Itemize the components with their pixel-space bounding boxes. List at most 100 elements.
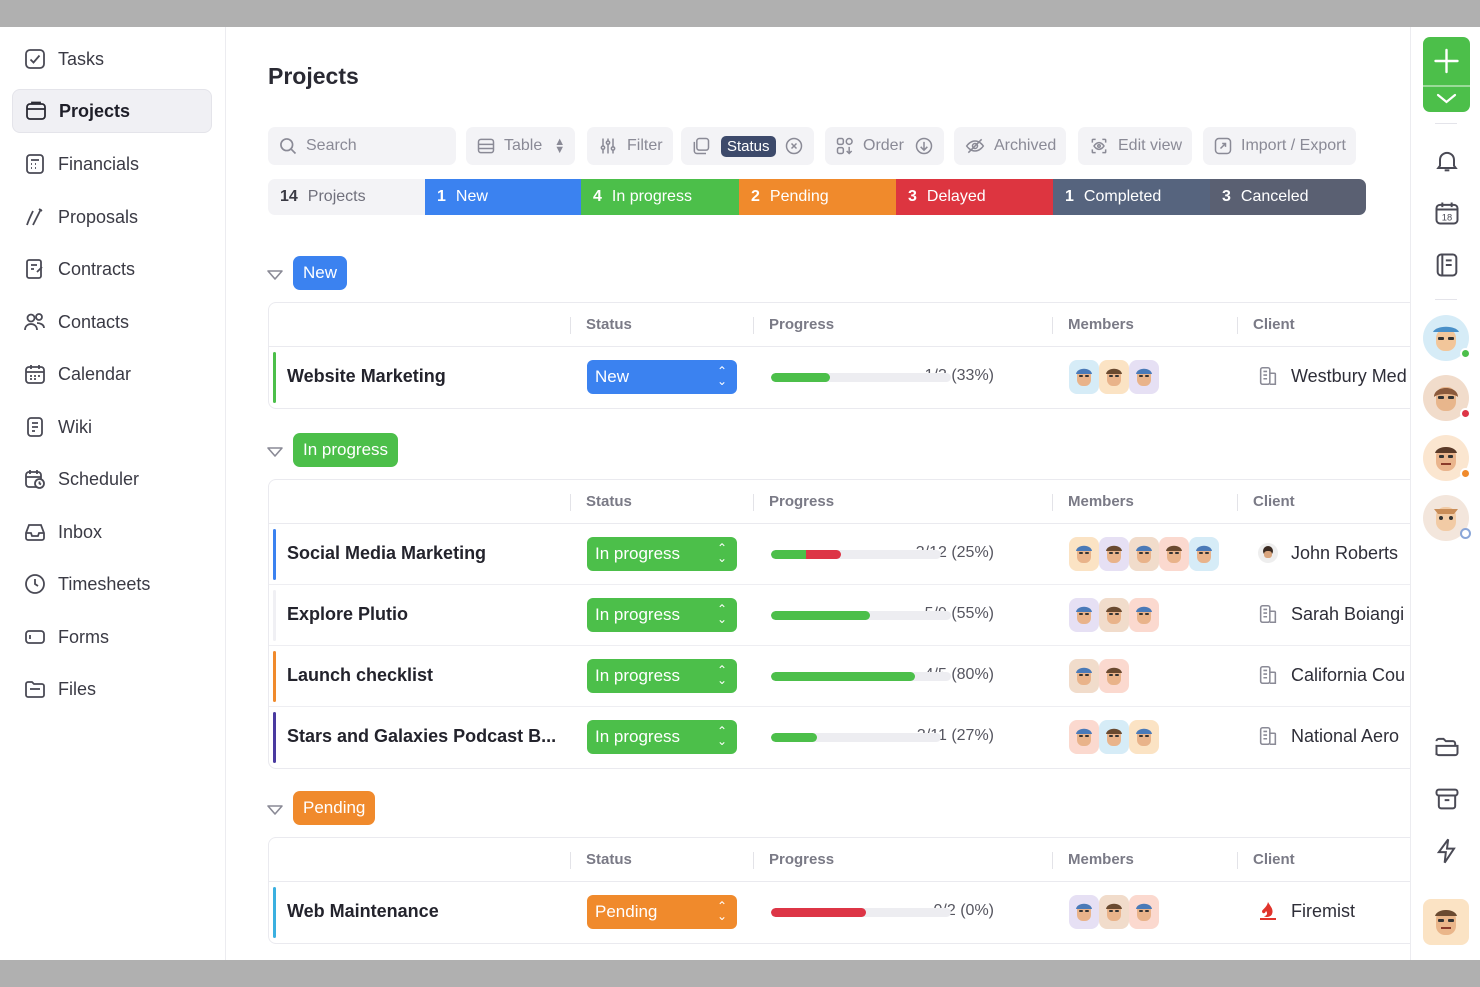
status-select[interactable]: New ⌃ ⌄ xyxy=(587,360,737,394)
member-avatar[interactable] xyxy=(1069,598,1099,632)
avatar[interactable] xyxy=(1423,495,1471,541)
member-avatar[interactable] xyxy=(1069,720,1099,754)
column-separator[interactable] xyxy=(570,852,571,869)
sidebar-item-timesheets[interactable]: Timesheets xyxy=(12,562,212,606)
members-avatars[interactable] xyxy=(1069,659,1129,693)
project-name[interactable]: Explore Plutio xyxy=(287,604,557,625)
column-separator[interactable] xyxy=(570,494,571,511)
member-avatar[interactable] xyxy=(1069,895,1099,929)
sidebar-item-forms[interactable]: Forms xyxy=(12,615,212,659)
column-header-members[interactable]: Members xyxy=(1068,316,1134,333)
avatar[interactable] xyxy=(1423,435,1471,481)
client-cell[interactable]: Westbury Med xyxy=(1257,365,1407,387)
client-cell[interactable]: Sarah Boiangi xyxy=(1257,603,1404,625)
lightning-icon[interactable] xyxy=(1433,837,1461,865)
table-row[interactable]: Explore Plutio In progress ⌃ ⌄ 5/9 (55%) Sara… xyxy=(269,585,1410,646)
column-separator[interactable] xyxy=(1237,317,1238,334)
column-header-status[interactable]: Status xyxy=(586,316,632,333)
client-cell[interactable]: California Cou xyxy=(1257,664,1405,686)
column-header-progress[interactable]: Progress xyxy=(769,851,834,868)
table-row[interactable]: Website Marketing New ⌃ ⌄ 1/3 (33%) Westbury … xyxy=(269,347,1410,408)
sidebar-item-calendar[interactable]: Calendar xyxy=(12,352,212,396)
status-select[interactable]: Pending ⌃ ⌄ xyxy=(587,895,737,929)
member-avatar[interactable] xyxy=(1159,537,1189,571)
sidebar-item-scheduler[interactable]: Scheduler xyxy=(12,457,212,501)
member-avatar[interactable] xyxy=(1099,598,1129,632)
column-header-members[interactable]: Members xyxy=(1068,851,1134,868)
table-row[interactable]: Web Maintenance Pending ⌃ ⌄ 0/2 (0%) Firemist xyxy=(269,882,1410,943)
members-avatars[interactable] xyxy=(1069,360,1159,394)
status-select[interactable]: In progress ⌃ ⌄ xyxy=(587,598,737,632)
calendar-18-icon[interactable]: 18 xyxy=(1433,199,1461,227)
member-avatar[interactable] xyxy=(1069,537,1099,571)
sidebar-item-contracts[interactable]: Contracts xyxy=(12,247,212,291)
collapse-triangle-icon[interactable] xyxy=(266,801,284,819)
project-name[interactable]: Website Marketing xyxy=(287,366,557,387)
table-row[interactable]: Stars and Galaxies Podcast B... In progre… xyxy=(269,707,1410,768)
member-avatar[interactable] xyxy=(1069,659,1099,693)
notes-icon[interactable] xyxy=(1433,251,1461,279)
column-header-progress[interactable]: Progress xyxy=(769,493,834,510)
collapse-triangle-icon[interactable] xyxy=(266,443,284,461)
column-separator[interactable] xyxy=(1052,852,1053,869)
user-avatar[interactable] xyxy=(1423,899,1469,945)
sidebar-item-projects[interactable]: Projects xyxy=(12,89,212,133)
group-badge[interactable]: New xyxy=(293,256,348,290)
project-name[interactable]: Web Maintenance xyxy=(287,901,557,922)
member-avatar[interactable] xyxy=(1099,895,1129,929)
member-avatar[interactable] xyxy=(1189,537,1219,571)
member-avatar[interactable] xyxy=(1129,720,1159,754)
sidebar-item-proposals[interactable]: Proposals xyxy=(12,195,212,239)
archived-button[interactable]: Archived xyxy=(954,127,1067,165)
sidebar-item-contacts[interactable]: Contacts xyxy=(12,300,212,344)
column-header-status[interactable]: Status xyxy=(586,493,632,510)
member-avatar[interactable] xyxy=(1129,895,1159,929)
avatar[interactable] xyxy=(1423,315,1471,361)
project-name[interactable]: Stars and Galaxies Podcast B... xyxy=(287,726,557,747)
column-header-client[interactable]: Client xyxy=(1253,316,1295,333)
status-select[interactable]: In progress ⌃ ⌄ xyxy=(587,720,737,754)
member-avatar[interactable] xyxy=(1069,360,1099,394)
add-button[interactable] xyxy=(1423,37,1470,112)
chevron-down-icon[interactable] xyxy=(1423,87,1470,112)
column-separator[interactable] xyxy=(753,494,754,511)
sidebar-item-wiki[interactable]: Wiki xyxy=(12,405,212,449)
member-avatar[interactable] xyxy=(1129,598,1159,632)
member-avatar[interactable] xyxy=(1129,537,1159,571)
sidebar-item-financials[interactable]: Financials xyxy=(12,142,212,186)
sidebar-item-inbox[interactable]: Inbox xyxy=(12,510,212,554)
edit-view-button[interactable]: Edit view xyxy=(1078,127,1193,165)
summary-in-progress[interactable]: 4 In progress xyxy=(581,179,739,215)
summary-completed[interactable]: 1 Completed xyxy=(1053,179,1210,215)
member-avatar[interactable] xyxy=(1099,360,1129,394)
search-input[interactable]: Search xyxy=(268,127,456,165)
table-row[interactable]: Launch checklist In progress ⌃ ⌄ 4/5 (80%) Ca… xyxy=(269,646,1410,707)
archive-icon[interactable] xyxy=(1433,785,1461,813)
column-header-members[interactable]: Members xyxy=(1068,493,1134,510)
column-header-client[interactable]: Client xyxy=(1253,493,1295,510)
project-name[interactable]: Launch checklist xyxy=(287,665,557,686)
filter-button[interactable]: Filter xyxy=(587,127,673,165)
table-row[interactable]: Social Media Marketing In progress ⌃ ⌄ 3/12 … xyxy=(269,524,1410,585)
status-select[interactable]: In progress ⌃ ⌄ xyxy=(587,537,737,571)
members-avatars[interactable] xyxy=(1069,598,1159,632)
members-avatars[interactable] xyxy=(1069,895,1159,929)
group-badge[interactable]: In progress xyxy=(293,433,399,467)
client-cell[interactable]: Firemist xyxy=(1257,900,1355,922)
summary-canceled[interactable]: 3 Canceled xyxy=(1210,179,1366,215)
project-name[interactable]: Social Media Marketing xyxy=(287,543,557,564)
group-by-status-button[interactable]: Status xyxy=(681,127,814,165)
member-avatar[interactable] xyxy=(1099,537,1129,571)
summary-new[interactable]: 1 New xyxy=(425,179,581,215)
column-header-status[interactable]: Status xyxy=(586,851,632,868)
clear-status-icon[interactable] xyxy=(784,136,804,156)
column-separator[interactable] xyxy=(753,317,754,334)
bell-icon[interactable] xyxy=(1433,147,1461,175)
column-separator[interactable] xyxy=(1052,494,1053,511)
collapse-triangle-icon[interactable] xyxy=(266,266,284,284)
members-avatars[interactable] xyxy=(1069,537,1219,571)
sidebar-item-files[interactable]: Files xyxy=(12,667,212,711)
column-separator[interactable] xyxy=(1237,494,1238,511)
summary-pending[interactable]: 2 Pending xyxy=(739,179,896,215)
folder-open-icon[interactable] xyxy=(1433,733,1461,761)
